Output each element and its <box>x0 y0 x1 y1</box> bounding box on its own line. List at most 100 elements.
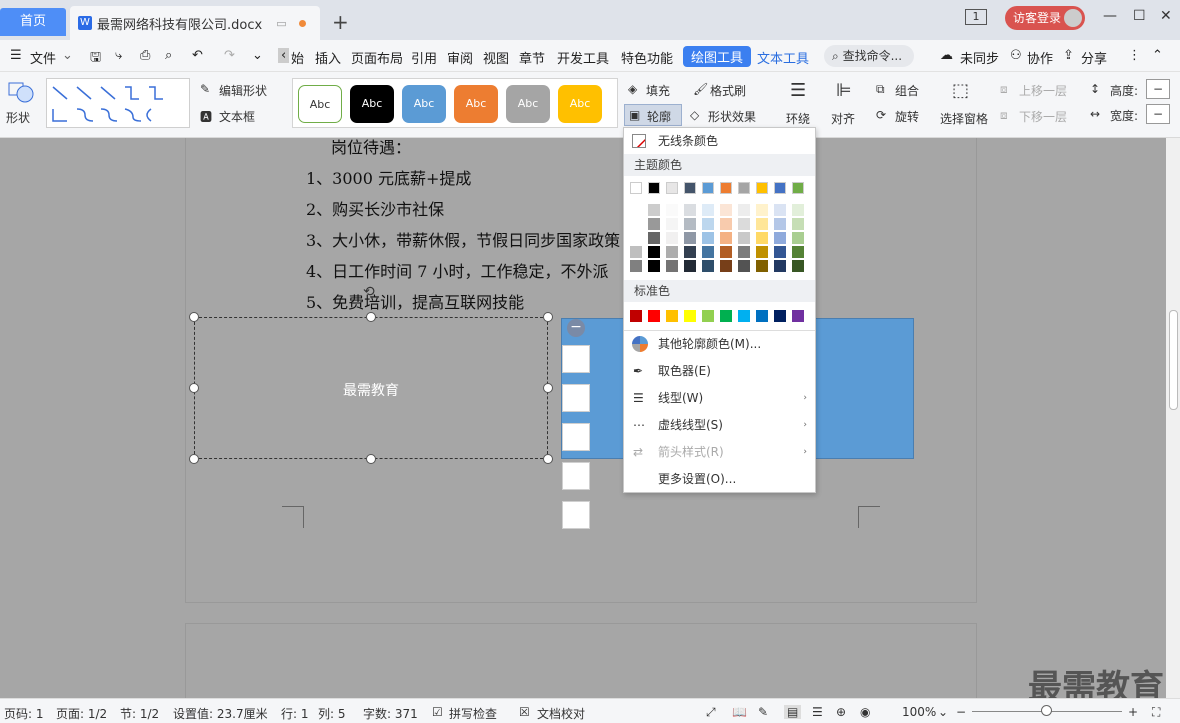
align-icon[interactable]: ⊫ <box>836 80 852 101</box>
menu-start[interactable]: 始 <box>291 48 304 67</box>
save-icon[interactable]: 🖫 <box>90 48 101 70</box>
status-pages[interactable]: 页面: 1/2 <box>56 705 107 722</box>
fit-page-icon[interactable]: ⛶ <box>1152 705 1160 720</box>
unsync-button[interactable]: 未同步 <box>960 48 999 67</box>
zoom-level[interactable]: 100% <box>902 705 936 719</box>
theme-shade-swatch[interactable] <box>684 260 696 272</box>
menu-view[interactable]: 视图 <box>483 48 509 67</box>
collab-button[interactable]: 协作 <box>1027 48 1053 67</box>
window-count-badge[interactable]: 1 <box>965 9 987 25</box>
theme-shade-swatch[interactable] <box>774 204 786 216</box>
standard-color-swatch[interactable] <box>666 310 678 322</box>
menu-page-layout[interactable]: 页面布局 <box>351 48 403 67</box>
shape-gallery[interactable] <box>46 78 190 128</box>
theme-shade-swatch[interactable] <box>756 232 768 244</box>
theme-shade-swatch[interactable] <box>774 246 786 258</box>
menu-dev-tools[interactable]: 开发工具 <box>557 48 609 67</box>
standard-color-swatch[interactable] <box>684 310 696 322</box>
style-blue[interactable]: Abc <box>402 85 446 123</box>
preview-icon[interactable]: ⌕ <box>165 48 172 63</box>
status-col[interactable]: 列: 5 <box>318 705 346 722</box>
status-section[interactable]: 节: 1/2 <box>120 705 159 722</box>
monitor-icon[interactable]: ▭ <box>276 17 286 30</box>
visitor-login-button[interactable]: 访客登录 <box>1005 6 1085 30</box>
resize-handle[interactable] <box>189 383 199 393</box>
theme-shade-swatch[interactable] <box>702 218 714 230</box>
minimize-icon[interactable]: — <box>1103 8 1117 24</box>
share-icon[interactable]: ⇪ <box>1063 48 1074 63</box>
format-brush-button[interactable]: 格式刷 <box>710 82 746 99</box>
bring-forward-icon[interactable]: ⧈ <box>1000 82 1008 97</box>
style-black[interactable]: Abc <box>350 85 394 123</box>
fill-button[interactable]: 填充 <box>646 82 670 99</box>
theme-color-swatch[interactable] <box>630 182 642 194</box>
undo-icon[interactable]: ↶ <box>192 48 203 63</box>
theme-shade-swatch[interactable] <box>792 246 804 258</box>
theme-shade-swatch[interactable] <box>774 260 786 272</box>
theme-shade-swatch[interactable] <box>774 218 786 230</box>
theme-shade-swatch[interactable] <box>738 218 750 230</box>
line-type-item[interactable]: ☰ 线型(W) › <box>624 385 815 411</box>
fullscreen-icon[interactable]: ⤢ <box>706 705 716 720</box>
zoom-out-icon[interactable]: − <box>956 705 966 719</box>
theme-shade-swatch[interactable] <box>756 260 768 272</box>
more-outline-colors-item[interactable]: 其他轮廓颜色(M)... <box>624 331 815 357</box>
theme-shade-swatch[interactable] <box>648 246 660 258</box>
theme-shade-swatch[interactable] <box>648 204 660 216</box>
theme-shade-swatch[interactable] <box>702 260 714 272</box>
edit-shape-button[interactable]: 编辑形状 <box>219 82 267 99</box>
standard-color-swatch[interactable] <box>756 310 768 322</box>
theme-shade-swatch[interactable] <box>684 204 696 216</box>
theme-shade-swatch[interactable] <box>702 232 714 244</box>
outline-tool-icon[interactable] <box>562 462 590 490</box>
theme-shade-swatch[interactable] <box>684 232 696 244</box>
theme-color-swatch[interactable] <box>720 182 732 194</box>
theme-shade-swatch[interactable] <box>684 218 696 230</box>
page-view-icon[interactable]: ▤ <box>784 705 802 719</box>
theme-shade-swatch[interactable] <box>738 246 750 258</box>
shape-effect-icon[interactable]: ◇ <box>690 108 699 122</box>
theme-shade-swatch[interactable] <box>792 260 804 272</box>
format-brush-icon[interactable]: 🖌 <box>693 82 708 96</box>
theme-shade-swatch[interactable] <box>738 204 750 216</box>
theme-color-swatch[interactable] <box>756 182 768 194</box>
theme-color-swatch[interactable] <box>792 182 804 194</box>
style-gold[interactable]: Abc <box>558 85 602 123</box>
share-button[interactable]: 分享 <box>1081 48 1107 67</box>
close-icon[interactable]: ✕ <box>1160 8 1172 24</box>
more-menu-icon[interactable]: ⋮ <box>1128 48 1141 63</box>
collapse-ribbon-icon[interactable]: ⌃ <box>1152 48 1163 63</box>
select-pane-icon[interactable]: ⬚ <box>952 80 969 101</box>
sync-icon[interactable]: ☁ <box>940 48 953 63</box>
resize-handle[interactable] <box>189 312 199 322</box>
theme-shade-swatch[interactable] <box>756 218 768 230</box>
style-white[interactable]: Abc <box>298 85 342 123</box>
outline-view-icon[interactable]: ☰ <box>812 705 823 719</box>
spell-check-button[interactable]: 拼写检查 <box>449 705 497 722</box>
zoom-dropdown-icon[interactable]: ⌄ <box>938 705 948 719</box>
theme-shade-swatch[interactable] <box>720 204 732 216</box>
group-button[interactable]: 组合 <box>895 82 919 99</box>
resize-handle[interactable] <box>543 312 553 322</box>
standard-color-swatch[interactable] <box>792 310 804 322</box>
textbox-button[interactable]: 文本框 <box>219 108 255 125</box>
standard-color-swatch[interactable] <box>702 310 714 322</box>
print-icon[interactable]: ⎙ <box>140 48 150 63</box>
theme-shade-swatch[interactable] <box>702 204 714 216</box>
zoom-slider-handle[interactable] <box>1041 705 1052 716</box>
no-line-color-item[interactable]: 无线条颜色 <box>624 128 815 154</box>
hamburger-icon[interactable]: ☰ <box>10 48 22 63</box>
proofread-icon[interactable]: ☒ <box>519 705 530 719</box>
style-gray[interactable]: Abc <box>506 85 550 123</box>
theme-shade-swatch[interactable] <box>756 246 768 258</box>
group-icon[interactable]: ⧉ <box>876 82 885 97</box>
menu-insert[interactable]: 插入 <box>315 48 341 67</box>
theme-shade-swatch[interactable] <box>720 218 732 230</box>
scroll-thumb[interactable] <box>1169 310 1178 410</box>
standard-color-swatch[interactable] <box>774 310 786 322</box>
rotate-handle-icon[interactable]: ⟲ <box>363 284 375 300</box>
text-tool-icon[interactable] <box>562 501 590 529</box>
write-mode-icon[interactable]: ✎ <box>758 705 768 719</box>
theme-shade-swatch[interactable] <box>648 232 660 244</box>
theme-shade-swatch[interactable] <box>684 246 696 258</box>
